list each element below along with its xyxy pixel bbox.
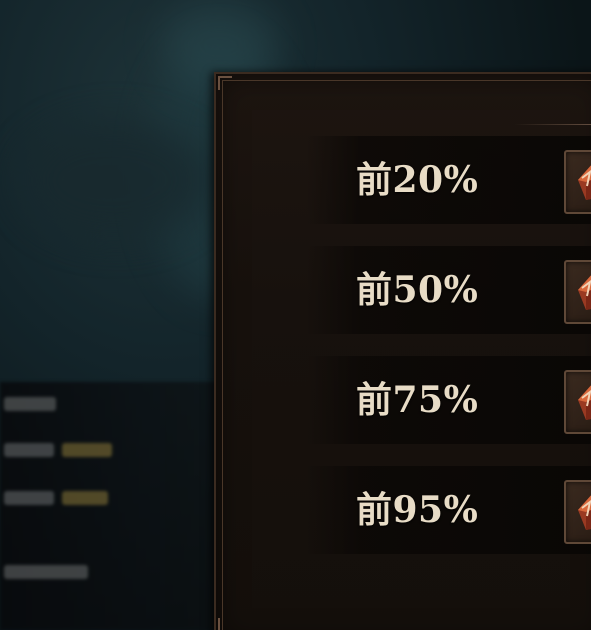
frame-corner [218, 76, 232, 90]
reward-item-slot[interactable] [564, 480, 591, 544]
reward-item-slot[interactable] [564, 150, 591, 214]
blurred-text-line [4, 564, 88, 580]
ranking-reward-panel: 前20% 前50% 前75% 前95% [214, 72, 591, 630]
rank-tier-row: 前75% [306, 356, 591, 444]
rank-tier-row: 前50% [306, 246, 591, 334]
red-crystal-icon [578, 495, 591, 530]
rank-tier-label: 前50% [356, 269, 479, 311]
rank-tier-row: 前95% [306, 466, 591, 554]
rank-tier-row: 前20% [306, 136, 591, 224]
red-crystal-icon [578, 165, 591, 200]
red-crystal-icon [578, 275, 591, 310]
reward-item-slot[interactable] [564, 260, 591, 324]
rank-tier-label: 前75% [356, 379, 479, 421]
header-divider [514, 124, 591, 125]
game-scene: 前20% 前50% 前75% 前95% [0, 0, 591, 630]
frame-corner [218, 618, 232, 630]
rank-tier-label: 前95% [356, 489, 479, 531]
blurred-text-line [4, 396, 56, 412]
red-crystal-icon [578, 385, 591, 420]
blurred-text-line [4, 442, 112, 458]
background-shape [20, 120, 210, 240]
blurred-info-panel [0, 382, 220, 630]
blurred-text-line [4, 490, 108, 506]
reward-item-slot[interactable] [564, 370, 591, 434]
rank-tier-label: 前20% [356, 159, 479, 201]
